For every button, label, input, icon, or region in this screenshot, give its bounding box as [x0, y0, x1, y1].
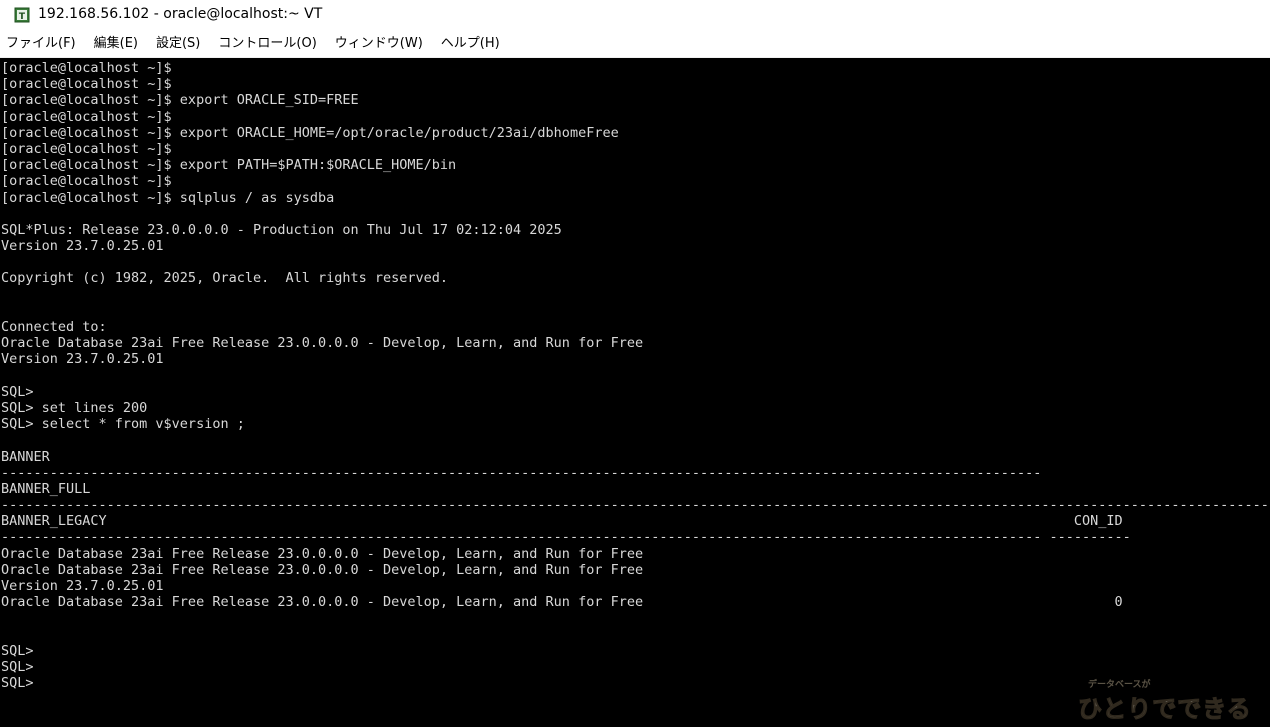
terminal-line: [oracle@localhost ~]$ export PATH=$PATH:… — [1, 157, 457, 174]
terminal-line: ----------------------------------------… — [1, 497, 1270, 514]
menu-help[interactable]: ヘルプ(H) — [435, 30, 500, 57]
terminal-line: SQL> — [1, 383, 34, 400]
terminal-line: BANNER_LEGACY CON_ID — [1, 513, 1123, 530]
terminal-screen[interactable]: [oracle@localhost ~]$ [oracle@localhost ~… — [0, 58, 1270, 727]
terminal-line: SQL> — [1, 658, 34, 675]
terminal-line: [oracle@localhost ~]$ — [1, 140, 172, 157]
menu-control[interactable]: コントロール(O) — [212, 30, 316, 57]
terminal-line: [oracle@localhost ~]$ — [1, 60, 172, 76]
terminal-line: [oracle@localhost ~]$ sqlplus / as sysdb… — [1, 189, 335, 206]
teraterm-app-icon[interactable]: T — [14, 7, 30, 23]
svg-text:T: T — [19, 12, 26, 22]
terminal-line: Copyright (c) 1982, 2025, Oracle. All ri… — [1, 270, 449, 287]
terminal-line: Oracle Database 23ai Free Release 23.0.0… — [1, 545, 644, 562]
menu-window[interactable]: ウィンドウ(W) — [329, 30, 423, 57]
terminal-output: [oracle@localhost ~]$ [oracle@localhost ~… — [1, 60, 1270, 691]
terminal-line: BANNER_FULL — [1, 480, 91, 497]
terminal-line: SQL*Plus: Release 23.0.0.0.0 - Productio… — [1, 221, 562, 238]
terminal-line: [oracle@localhost ~]$ — [1, 173, 172, 190]
menu-edit[interactable]: 編集(E) — [88, 30, 138, 57]
terminal-line: [oracle@localhost ~]$ export ORACLE_SID=… — [1, 92, 359, 109]
terminal-line: SQL> select * from v$version ; — [1, 416, 245, 433]
terminal-line: BANNER — [1, 448, 50, 465]
terminal-line: Oracle Database 23ai Free Release 23.0.0… — [1, 594, 1123, 611]
site-watermark-logo: データベースが ひとりでできるもん — [1076, 675, 1266, 725]
terminal-line: Version 23.7.0.25.01 — [1, 351, 164, 368]
terminal-line: [oracle@localhost ~]$ export ORACLE_HOME… — [1, 124, 619, 141]
window-title: 192.168.56.102 - oracle@localhost:~ VT — [38, 6, 323, 22]
terminal-line: Oracle Database 23ai Free Release 23.0.0… — [1, 335, 644, 352]
terminal-line: SQL> — [1, 642, 34, 659]
terminal-line: Oracle Database 23ai Free Release 23.0.0… — [1, 561, 644, 578]
terminal-line: Version 23.7.0.25.01 — [1, 238, 164, 255]
terminal-line: ----------------------------------------… — [1, 529, 1131, 546]
menu-settings[interactable]: 設定(S) — [150, 30, 200, 57]
menu-file[interactable]: ファイル(F) — [0, 30, 76, 57]
terminal-line: SQL> set lines 200 — [1, 399, 148, 416]
menu-bar: ファイル(F) 編集(E) 設定(S) コントロール(O) ウィンドウ(W) ヘ… — [0, 30, 1270, 58]
watermark-big-text: ひとりでできるもん — [1078, 695, 1252, 724]
terminal-line: [oracle@localhost ~]$ — [1, 76, 172, 93]
terminal-line: [oracle@localhost ~]$ — [1, 108, 172, 125]
terminal-line: Version 23.7.0.25.01 — [1, 578, 164, 594]
window-titlebar[interactable]: T 192.168.56.102 - oracle@localhost:~ VT — [0, 0, 1270, 30]
terminal-line: ----------------------------------------… — [1, 464, 1042, 481]
terminal-line: Connected to: — [1, 319, 107, 335]
